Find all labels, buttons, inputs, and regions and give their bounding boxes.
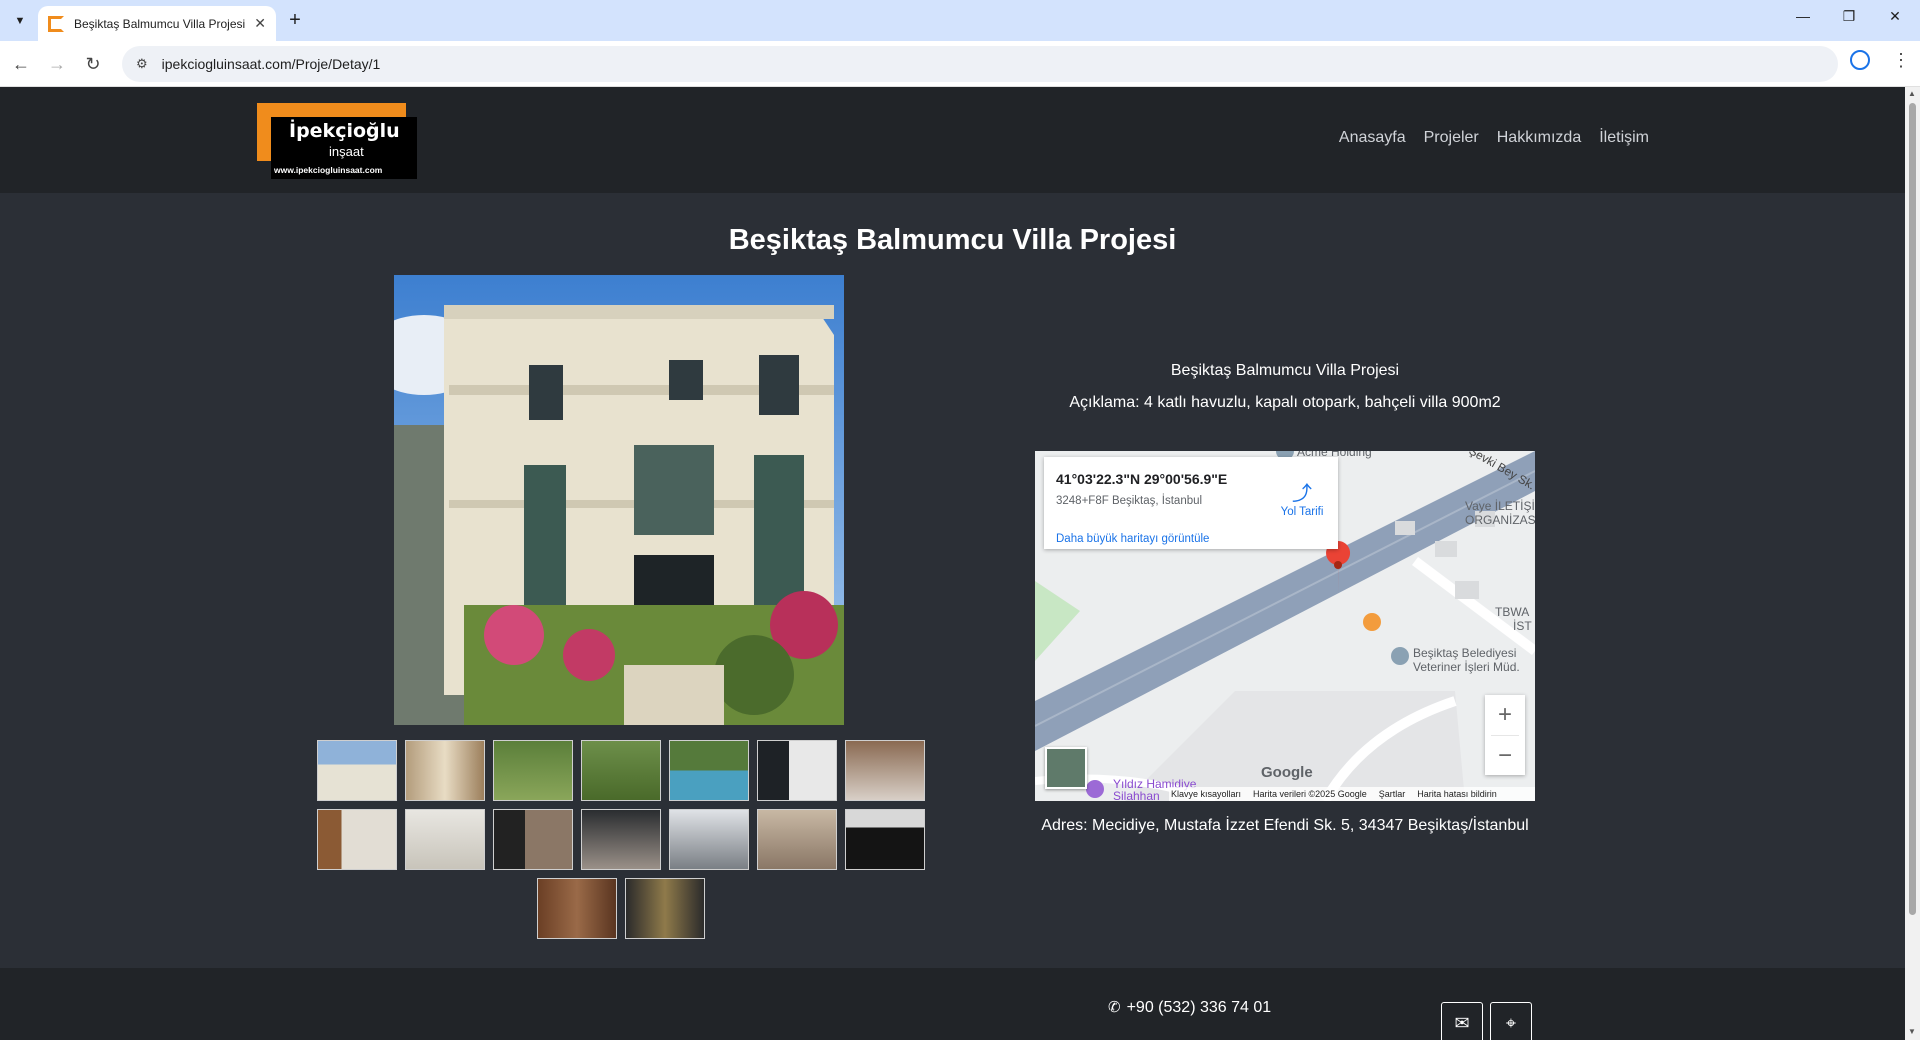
back-arrow-icon[interactable]: ←: [8, 51, 34, 77]
phone-icon: ✆: [1108, 999, 1121, 1016]
map-attribution: Klavye kısayolları Harita verileri ©2025…: [1169, 787, 1535, 801]
tab-search-button[interactable]: ▼: [8, 9, 32, 33]
close-tab-icon[interactable]: ✕: [254, 15, 266, 32]
map-pin-icon[interactable]: ⌖: [1490, 1002, 1532, 1040]
page-scrollbar[interactable]: ▲ ▼: [1905, 87, 1920, 1040]
gallery-thumb[interactable]: [493, 740, 573, 801]
map-label-tbwa-2: İST: [1513, 619, 1532, 633]
main-project-photo: [394, 275, 844, 725]
bigger-map-link[interactable]: Daha büyük haritayı görüntüle: [1056, 533, 1326, 545]
restore-icon[interactable]: ❐: [1826, 8, 1872, 25]
envelope-icon[interactable]: ✉: [1441, 1002, 1483, 1040]
site-header: İpekçioğlu inşaat www.ipekciogluinsaat.c…: [0, 87, 1905, 193]
browser-toolbar: ← → ↻ ⚙ ipekciogluinsaat.com/Proje/Detay…: [0, 41, 1920, 87]
zoom-in-button[interactable]: +: [1485, 695, 1525, 735]
gallery-thumb[interactable]: [317, 809, 397, 870]
gallery-thumb[interactable]: [537, 878, 617, 939]
close-window-icon[interactable]: ✕: [1872, 8, 1918, 25]
project-info: Beşiktaş Balmumcu Villa Projesi Açıklama…: [1035, 362, 1535, 426]
page-viewport: İpekçioğlu inşaat www.ipekciogluinsaat.c…: [0, 87, 1905, 1040]
map-label-vaye-2: ORGANİZASYON: [1465, 513, 1535, 527]
new-tab-button[interactable]: +: [282, 8, 308, 34]
directions-label: Yol Tarifi: [1280, 506, 1324, 518]
site-footer: ✆ +90 (532) 336 74 01 ✉ ⌖: [0, 968, 1905, 1040]
gallery-thumb[interactable]: [845, 740, 925, 801]
project-address: Adres: Mecidiye, Mustafa İzzet Efendi Sk…: [1041, 817, 1529, 834]
url-text: ipekciogluinsaat.com/Proje/Detay/1: [161, 56, 381, 72]
forward-arrow-icon[interactable]: →: [44, 51, 70, 77]
embedded-map[interactable]: Acme Holding Şevki Bey Sk. Vaye İLETİŞİM…: [1035, 451, 1535, 801]
map-info-card: 41°03'22.3"N 29°00'56.9"E 3248+F8F Beşik…: [1044, 457, 1338, 549]
directions-button[interactable]: ⤴ Yol Tarifi: [1272, 477, 1332, 518]
gallery-thumb[interactable]: [493, 809, 573, 870]
keyboard-shortcuts-link[interactable]: Klavye kısayolları: [1171, 787, 1241, 801]
nav-iletisim[interactable]: İletişim: [1599, 129, 1649, 147]
map-label-yildiz-2: Silahhan: [1113, 789, 1160, 801]
zoom-out-button[interactable]: −: [1485, 736, 1525, 776]
project-name: Beşiktaş Balmumcu Villa Projesi: [1170, 362, 1400, 379]
gallery-thumb[interactable]: [405, 809, 485, 870]
map-layer-toggle[interactable]: [1045, 747, 1087, 789]
gallery-thumb[interactable]: [581, 809, 661, 870]
nav-anasayfa[interactable]: Anasayfa: [1339, 129, 1406, 147]
map-label-vaye-1: Vaye İLETİŞİM: [1465, 499, 1535, 513]
main-nav: Anasayfa Projeler Hakkımızda İletişim: [1339, 129, 1649, 147]
gallery-thumb[interactable]: [405, 740, 485, 801]
profile-icon[interactable]: [1850, 50, 1870, 70]
site-logo[interactable]: İpekçioğlu inşaat www.ipekciogluinsaat.c…: [257, 103, 417, 179]
minimize-icon[interactable]: —: [1780, 8, 1826, 24]
map-zoom-control: + −: [1485, 695, 1525, 775]
site-info-icon[interactable]: ⚙: [136, 56, 148, 72]
phone-number: +90 (532) 336 74 01: [1126, 999, 1272, 1016]
gallery-thumb[interactable]: [625, 878, 705, 939]
map-label-belediye-1: Beşiktaş Belediyesi: [1413, 646, 1517, 660]
terms-link[interactable]: Şartlar: [1379, 787, 1406, 801]
map-data-text: Harita verileri ©2025 Google: [1253, 789, 1367, 799]
project-description: Açıklama: 4 katlı havuzlu, kapalı otopar…: [1069, 394, 1501, 411]
footer-phone[interactable]: ✆ +90 (532) 336 74 01: [1108, 998, 1271, 1017]
gallery-thumb[interactable]: [669, 809, 749, 870]
gallery-thumb[interactable]: [757, 809, 837, 870]
logo-brand: İpekçioğlu: [289, 120, 400, 142]
address-bar[interactable]: ⚙ ipekciogluinsaat.com/Proje/Detay/1 ☆: [122, 46, 1838, 82]
scrollbar-thumb[interactable]: [1909, 103, 1916, 915]
browser-tab[interactable]: Beşiktaş Balmumcu Villa Projesi ✕: [38, 6, 276, 41]
scroll-up-icon[interactable]: ▲: [1908, 89, 1916, 98]
gallery-thumb[interactable]: [317, 740, 397, 801]
logo-url: www.ipekciogluinsaat.com: [274, 165, 383, 175]
logo-sub: inşaat: [329, 144, 364, 159]
photo-gallery: [314, 740, 928, 947]
gallery-thumb[interactable]: [757, 740, 837, 801]
gallery-thumb[interactable]: [845, 809, 925, 870]
nav-hakkimizda[interactable]: Hakkımızda: [1497, 129, 1581, 147]
map-label-tbwa-1: TBWA: [1495, 605, 1530, 619]
reload-icon[interactable]: ↻: [80, 51, 106, 77]
page-title: Beşiktaş Balmumcu Villa Projesi: [728, 224, 1177, 256]
directions-icon: ⤴: [1292, 483, 1312, 505]
gallery-thumb[interactable]: [669, 740, 749, 801]
browser-tabbar: ▼ Beşiktaş Balmumcu Villa Projesi ✕ + — …: [0, 0, 1920, 41]
gallery-thumb[interactable]: [581, 740, 661, 801]
nav-projeler[interactable]: Projeler: [1424, 129, 1479, 147]
scroll-down-icon[interactable]: ▼: [1908, 1027, 1916, 1036]
site-favicon-icon: [48, 15, 64, 32]
google-logo: Google: [1261, 764, 1313, 781]
map-label-belediye-2: Veteriner İşleri Müd.: [1413, 660, 1520, 674]
tab-title: Beşiktaş Balmumcu Villa Projesi: [74, 16, 246, 31]
report-error-link[interactable]: Harita hatası bildirin: [1417, 787, 1497, 801]
browser-menu-icon[interactable]: ⋮: [1892, 50, 1910, 71]
